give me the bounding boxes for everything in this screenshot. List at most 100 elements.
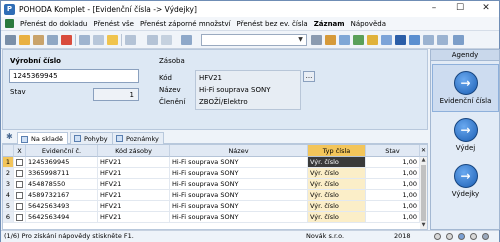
column-header-kod[interactable]: Kód zásoby <box>98 145 170 157</box>
menu-prenest-bez-ev-cisla[interactable]: Přenést bez ev. čísla <box>237 20 308 28</box>
column-header-typ[interactable]: Typ čísla <box>308 145 366 157</box>
status-indicator-icon <box>458 233 465 240</box>
menu-zaznam[interactable]: Záznam <box>314 20 345 28</box>
column-header-evidencni[interactable]: Evidenční č. <box>26 145 98 157</box>
search-icon[interactable] <box>311 35 322 45</box>
nazev-value: Hi-Fi souprava SONY <box>199 86 271 94</box>
column-header-x[interactable]: X <box>14 145 26 157</box>
row-checkbox-cell[interactable] <box>14 190 26 201</box>
data-grid: X Evidenční č. Kód zásoby Název Typ čísl… <box>2 144 428 230</box>
table-row[interactable]: 6 5642563494 HFV21 Hi-Fi souprava SONY V… <box>3 212 427 223</box>
kod-value: HFV21 <box>199 74 222 82</box>
settings-icon[interactable] <box>423 35 434 45</box>
zasoba-select-button[interactable]: ... <box>303 71 315 82</box>
cell-stav: 1,00 <box>366 190 420 201</box>
back-arrow-icon[interactable] <box>125 35 136 45</box>
grid-scrollbar[interactable]: ▲ ▼ <box>420 157 427 229</box>
list-icon[interactable] <box>181 35 192 45</box>
export-icon[interactable] <box>353 35 364 45</box>
table-row[interactable]: 3 454878550 HFV21 Hi-Fi souprava SONY Vý… <box>3 179 427 190</box>
copy-record-icon[interactable] <box>47 35 58 45</box>
agenda-vydej[interactable]: → Výdej <box>432 116 499 158</box>
tab-poznamky[interactable]: Poznámky <box>112 132 164 144</box>
vydejky-icon: → <box>453 164 478 188</box>
cancel-icon[interactable] <box>161 35 172 45</box>
toolbar-grip-icon <box>5 35 16 45</box>
minimize-button[interactable]: – <box>421 1 447 17</box>
row-checkbox[interactable] <box>16 170 23 177</box>
row-checkbox[interactable] <box>16 203 23 210</box>
tab-label: Na skladě <box>31 135 63 143</box>
row-checkbox[interactable] <box>16 192 23 199</box>
scroll-thumb[interactable] <box>421 165 426 221</box>
close-button[interactable]: ✕ <box>473 1 499 17</box>
serial-field[interactable]: 1245369945 <box>9 69 139 83</box>
toolbar-separator <box>121 34 122 46</box>
folder-icon[interactable] <box>367 35 378 45</box>
link-icon[interactable] <box>409 35 420 45</box>
save-icon[interactable] <box>147 35 158 45</box>
row-number: 1 <box>3 157 14 168</box>
row-checkbox-cell[interactable] <box>14 157 26 168</box>
tab-pohyby[interactable]: Pohyby <box>70 132 113 144</box>
table-row[interactable]: 1 1245369945 HFV21 Hi-Fi souprava SONY V… <box>3 157 427 168</box>
status-company: Novák s.r.o. <box>306 232 345 240</box>
menu-prenest-zaporne[interactable]: Přenést záporné množství <box>140 20 231 28</box>
maximize-button[interactable]: ☐ <box>447 1 473 17</box>
cell-nazev: Hi-Fi souprava SONY <box>170 190 308 201</box>
row-checkbox-cell[interactable] <box>14 201 26 212</box>
table-row[interactable]: 4 4589732167 HFV21 Hi-Fi souprava SONY V… <box>3 190 427 201</box>
row-checkbox[interactable] <box>16 214 23 221</box>
agenda-label: Evidenční čísla <box>439 97 492 105</box>
cell-kod: HFV21 <box>98 190 170 201</box>
cell-evidencni: 4589732167 <box>26 190 98 201</box>
menu-napoveda[interactable]: Nápověda <box>351 20 386 28</box>
column-header-stav[interactable]: Stav <box>366 145 420 157</box>
title-bar: P POHODA Komplet - [Evidenční čísla -> V… <box>1 1 499 17</box>
cell-evidencni: 5642563493 <box>26 201 98 212</box>
help-icon[interactable] <box>453 35 464 45</box>
tools-icon[interactable] <box>437 35 448 45</box>
column-chooser-icon[interactable]: ✕ <box>420 145 427 157</box>
status-indicator-icon <box>446 233 453 240</box>
refresh-icon[interactable] <box>381 35 392 45</box>
tab-strip: ✱ Na skladě Pohyby Poznámky <box>2 130 428 145</box>
pohyby-icon <box>74 135 81 142</box>
row-number: 2 <box>3 168 14 179</box>
status-indicator-icon <box>482 233 489 240</box>
scroll-up-icon[interactable]: ▲ <box>420 157 427 164</box>
menu-bar: Přenést do dokladu Přenést vše Přenést z… <box>1 17 499 31</box>
row-number: 5 <box>3 201 14 212</box>
print-icon[interactable] <box>93 35 104 45</box>
find-next-icon[interactable] <box>325 35 336 45</box>
cell-evidencni: 3365998711 <box>26 168 98 179</box>
new-record-icon[interactable] <box>19 35 30 45</box>
ibm-icon[interactable] <box>395 35 406 45</box>
row-checkbox-cell[interactable] <box>14 212 26 223</box>
zasoba-label: Zásoba <box>159 57 185 65</box>
agenda-evidencni-cisla[interactable]: → Evidenční čísla <box>432 64 499 112</box>
column-header-nazev[interactable]: Název <box>170 145 308 157</box>
row-checkbox[interactable] <box>16 159 23 166</box>
row-checkbox-cell[interactable] <box>14 168 26 179</box>
column-header-rownum[interactable] <box>3 145 14 157</box>
menu-prenest-vse[interactable]: Přenést vše <box>93 20 134 28</box>
edit-record-icon[interactable] <box>33 35 44 45</box>
row-checkbox-cell[interactable] <box>14 179 26 190</box>
agenda-vydejky[interactable]: → Výdejky <box>432 162 499 204</box>
table-row[interactable]: 2 3365998711 HFV21 Hi-Fi souprava SONY V… <box>3 168 427 179</box>
na-sklade-icon <box>21 135 28 143</box>
chevron-down-icon[interactable]: ▼ <box>296 36 305 44</box>
table-row[interactable]: 5 5642563493 HFV21 Hi-Fi souprava SONY V… <box>3 201 427 212</box>
scroll-down-icon[interactable]: ▼ <box>420 222 427 229</box>
menu-prenest-do-dokladu[interactable]: Přenést do dokladu <box>20 20 87 28</box>
sort-icon[interactable] <box>339 35 350 45</box>
tab-label: Poznámky <box>126 134 159 143</box>
row-checkbox[interactable] <box>16 181 23 188</box>
filter-icon[interactable] <box>79 35 90 45</box>
search-combo[interactable]: ▼ <box>201 34 307 46</box>
pencil-icon[interactable] <box>107 35 118 45</box>
cell-stav: 1,00 <box>366 212 420 223</box>
delete-record-icon[interactable] <box>61 35 72 45</box>
evidencni-cisla-icon: → <box>453 71 478 95</box>
